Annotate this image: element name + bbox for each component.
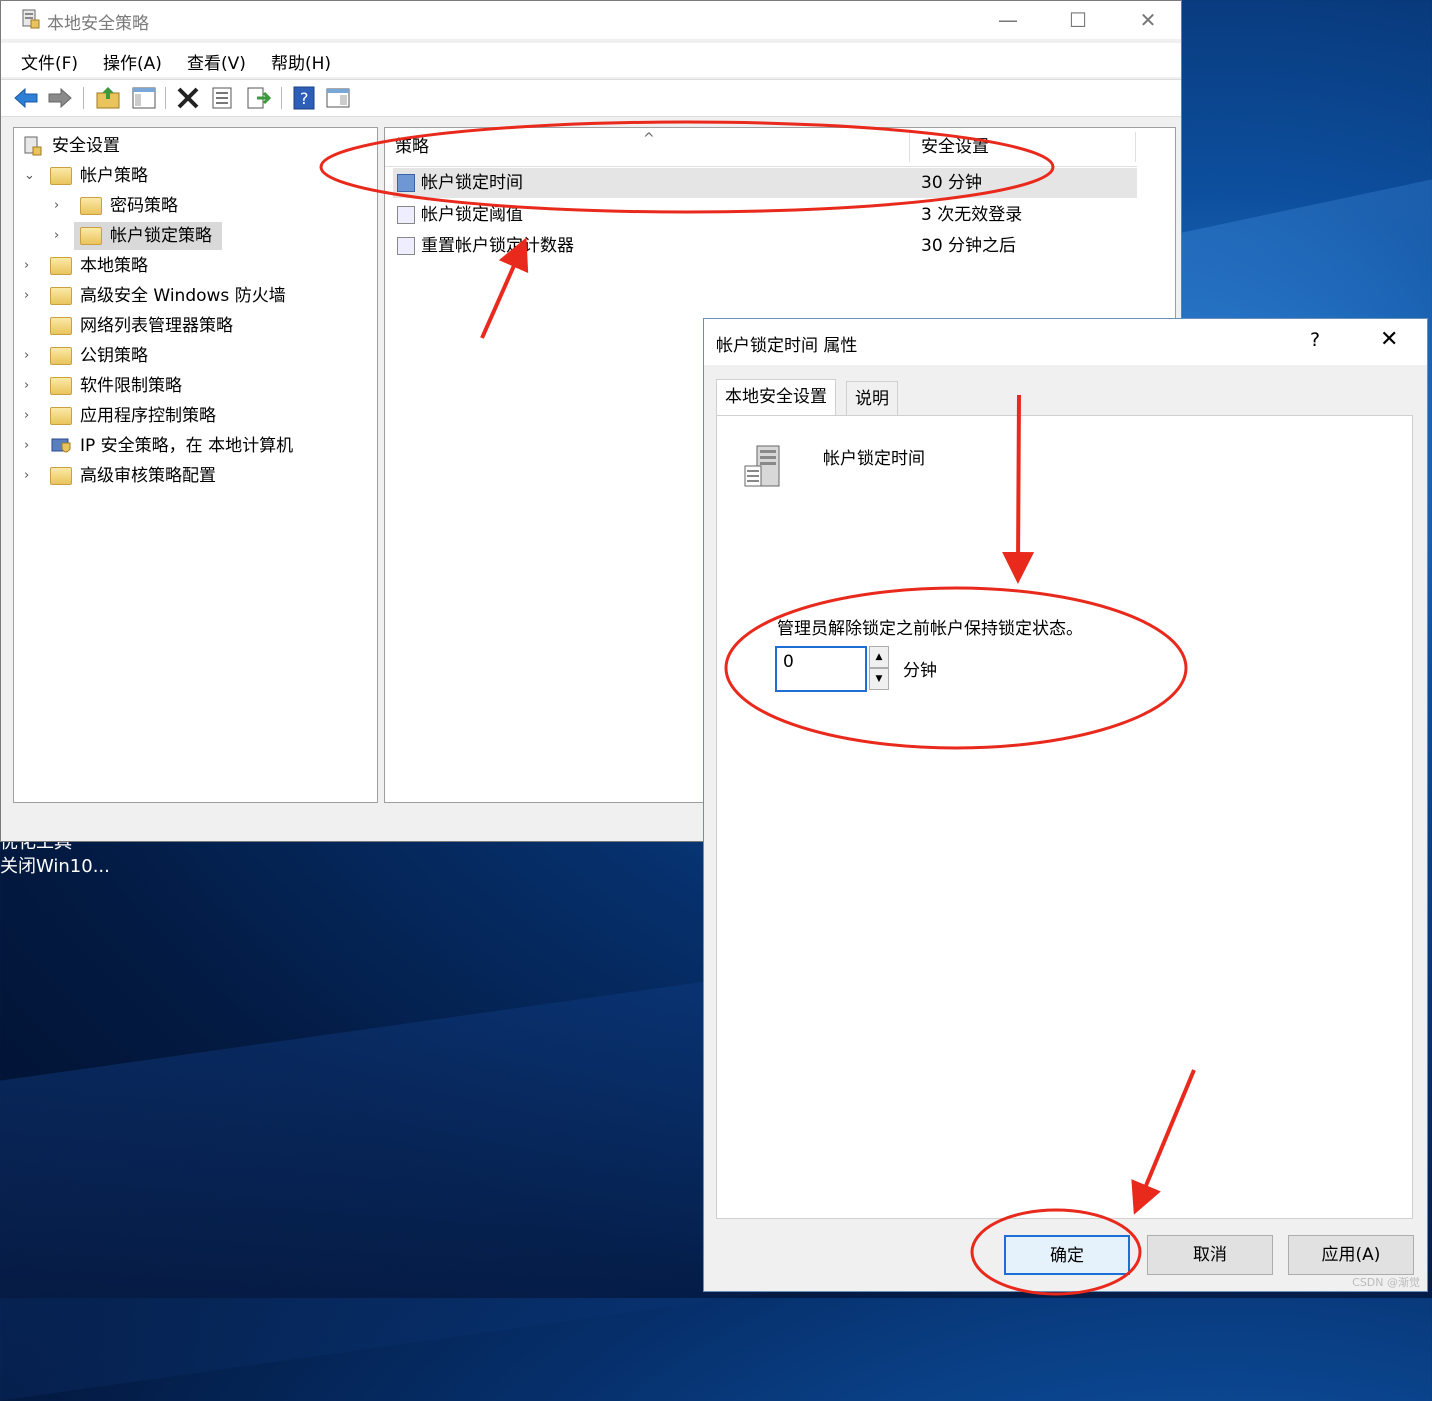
- window-titlebar[interactable]: 本地安全策略 — ☐ ✕: [1, 1, 1181, 39]
- unit-label: 分钟: [903, 661, 937, 681]
- chevron-right-icon[interactable]: ›: [24, 432, 38, 460]
- svg-text:?: ?: [300, 89, 309, 108]
- folder-icon: [50, 287, 72, 305]
- dialog-titlebar[interactable]: 帐户锁定时间 属性 ? ✕: [704, 319, 1427, 365]
- chevron-right-icon[interactable]: ›: [54, 192, 68, 220]
- cancel-button[interactable]: 取消: [1147, 1235, 1273, 1275]
- folder-lock-icon: [50, 167, 72, 185]
- folder-icon: [50, 317, 72, 335]
- folder-icon: [50, 347, 72, 365]
- tree-pane: 安全设置 ⌄ 帐户策略 › 密码策略 › 帐户锁定策略 › 本地策略 › 高级安…: [13, 127, 378, 803]
- tree-label: IP 安全策略，在 本地计算机: [80, 436, 294, 456]
- lockout-duration-input[interactable]: 0: [775, 646, 867, 692]
- policy-value: 30 分钟: [921, 173, 983, 193]
- table-row[interactable]: 帐户锁定时间 30 分钟: [393, 168, 1137, 198]
- chevron-right-icon[interactable]: ›: [24, 372, 38, 400]
- column-header-setting[interactable]: 安全设置: [921, 128, 989, 166]
- folder-icon: [50, 407, 72, 425]
- watermark: CSDN @渐觉: [1352, 1276, 1420, 1289]
- chevron-right-icon[interactable]: ›: [24, 282, 38, 310]
- help-icon[interactable]: ?: [291, 85, 317, 111]
- policy-description: 管理员解除锁定之前帐户保持锁定状态。: [777, 619, 1083, 639]
- tab-page: 帐户锁定时间 管理员解除锁定之前帐户保持锁定状态。 0 ▲ ▼ 分钟: [716, 415, 1413, 1219]
- window-title: 本地安全策略: [47, 14, 149, 34]
- security-settings-icon: [24, 136, 42, 156]
- tree-label: 公钥策略: [80, 346, 148, 366]
- table-row[interactable]: 重置帐户锁定计数器 30 分钟之后: [393, 231, 1137, 261]
- tree-label: 网络列表管理器策略: [80, 316, 233, 336]
- folder-icon: [50, 467, 72, 485]
- policy-value: 3 次无效登录: [921, 205, 1023, 225]
- desktop-icon-label-2[interactable]: 关闭Win10...: [0, 852, 110, 878]
- quantity-stepper: ▲ ▼: [869, 646, 889, 692]
- tab-explain[interactable]: 说明: [846, 381, 898, 415]
- policy-name: 帐户锁定阈值: [421, 205, 523, 225]
- table-row[interactable]: 帐户锁定阈值 3 次无效登录: [393, 200, 1137, 230]
- list-header: [385, 128, 1137, 167]
- policy-name-label: 帐户锁定时间: [823, 449, 925, 469]
- folder-icon: [50, 377, 72, 395]
- policy-name: 帐户锁定时间: [421, 173, 523, 193]
- properties-icon[interactable]: [209, 85, 235, 111]
- tree-label: 本地策略: [80, 256, 148, 276]
- server-policy-icon: [744, 445, 780, 487]
- security-policy-icon: [22, 9, 40, 29]
- column-header-policy[interactable]: 策略: [395, 128, 429, 166]
- folder-lock-icon: [80, 197, 102, 215]
- chevron-right-icon[interactable]: ›: [24, 342, 38, 370]
- chevron-right-icon[interactable]: ›: [24, 462, 38, 490]
- folder-lock-icon: [80, 227, 102, 245]
- ok-button[interactable]: 确定: [1004, 1235, 1130, 1275]
- maximize-button[interactable]: ☐: [1043, 1, 1113, 39]
- properties-dialog: 帐户锁定时间 属性 ? ✕ 本地安全设置 说明 帐户锁定时间 管理员解除锁定之前…: [703, 318, 1428, 1292]
- dialog-close-button[interactable]: ✕: [1380, 327, 1398, 352]
- tree-label: 高级审核策略配置: [80, 466, 216, 486]
- up-folder-icon[interactable]: [95, 85, 121, 111]
- policy-name: 重置帐户锁定计数器: [421, 236, 574, 256]
- tree-label: 帐户策略: [80, 166, 148, 186]
- close-button[interactable]: ✕: [1113, 1, 1183, 39]
- apply-button[interactable]: 应用(A): [1288, 1235, 1414, 1275]
- tree-label: 密码策略: [110, 196, 178, 216]
- policy-setting-icon: [397, 237, 415, 255]
- policy-setting-icon: [397, 174, 415, 192]
- folder-lock-icon: [50, 257, 72, 275]
- stepper-up-icon[interactable]: ▲: [869, 646, 889, 668]
- tree-label: 应用程序控制策略: [80, 406, 216, 426]
- forward-arrow-icon[interactable]: [47, 85, 73, 111]
- action-pane-icon[interactable]: [325, 85, 351, 111]
- delete-x-icon[interactable]: [175, 85, 201, 111]
- show-hide-tree-icon[interactable]: [131, 85, 157, 111]
- back-arrow-icon[interactable]: [13, 85, 39, 111]
- chevron-down-icon[interactable]: ⌄: [24, 162, 38, 190]
- export-list-icon[interactable]: [245, 85, 271, 111]
- ip-security-shield-icon: [51, 438, 71, 453]
- stepper-down-icon[interactable]: ▼: [869, 668, 889, 690]
- sort-ascending-icon: ^: [643, 131, 655, 147]
- help-question-button[interactable]: ?: [1310, 329, 1320, 351]
- chevron-right-icon[interactable]: ›: [24, 402, 38, 430]
- menu-bar: 文件(F) 操作(A) 查看(V) 帮助(H): [1, 43, 1181, 77]
- tab-local-security-setting[interactable]: 本地安全设置: [716, 379, 836, 417]
- lockout-duration-value: 0: [783, 652, 794, 672]
- tree-label: 帐户锁定策略: [110, 226, 212, 246]
- minimize-button[interactable]: —: [973, 1, 1043, 39]
- menu-action[interactable]: 操作(A): [103, 49, 162, 74]
- tree-label: 软件限制策略: [80, 376, 182, 396]
- chevron-right-icon[interactable]: ›: [54, 222, 68, 250]
- menu-help[interactable]: 帮助(H): [271, 49, 331, 74]
- menu-file[interactable]: 文件(F): [21, 49, 78, 74]
- policy-setting-icon: [397, 206, 415, 224]
- menu-view[interactable]: 查看(V): [187, 49, 246, 74]
- toolbar: ?: [1, 79, 1181, 117]
- chevron-right-icon[interactable]: ›: [24, 252, 38, 280]
- tree-label: 高级安全 Windows 防火墙: [80, 286, 286, 306]
- dialog-title: 帐户锁定时间 属性: [716, 336, 858, 356]
- policy-value: 30 分钟之后: [921, 236, 1017, 256]
- tree-label: 安全设置: [52, 136, 120, 156]
